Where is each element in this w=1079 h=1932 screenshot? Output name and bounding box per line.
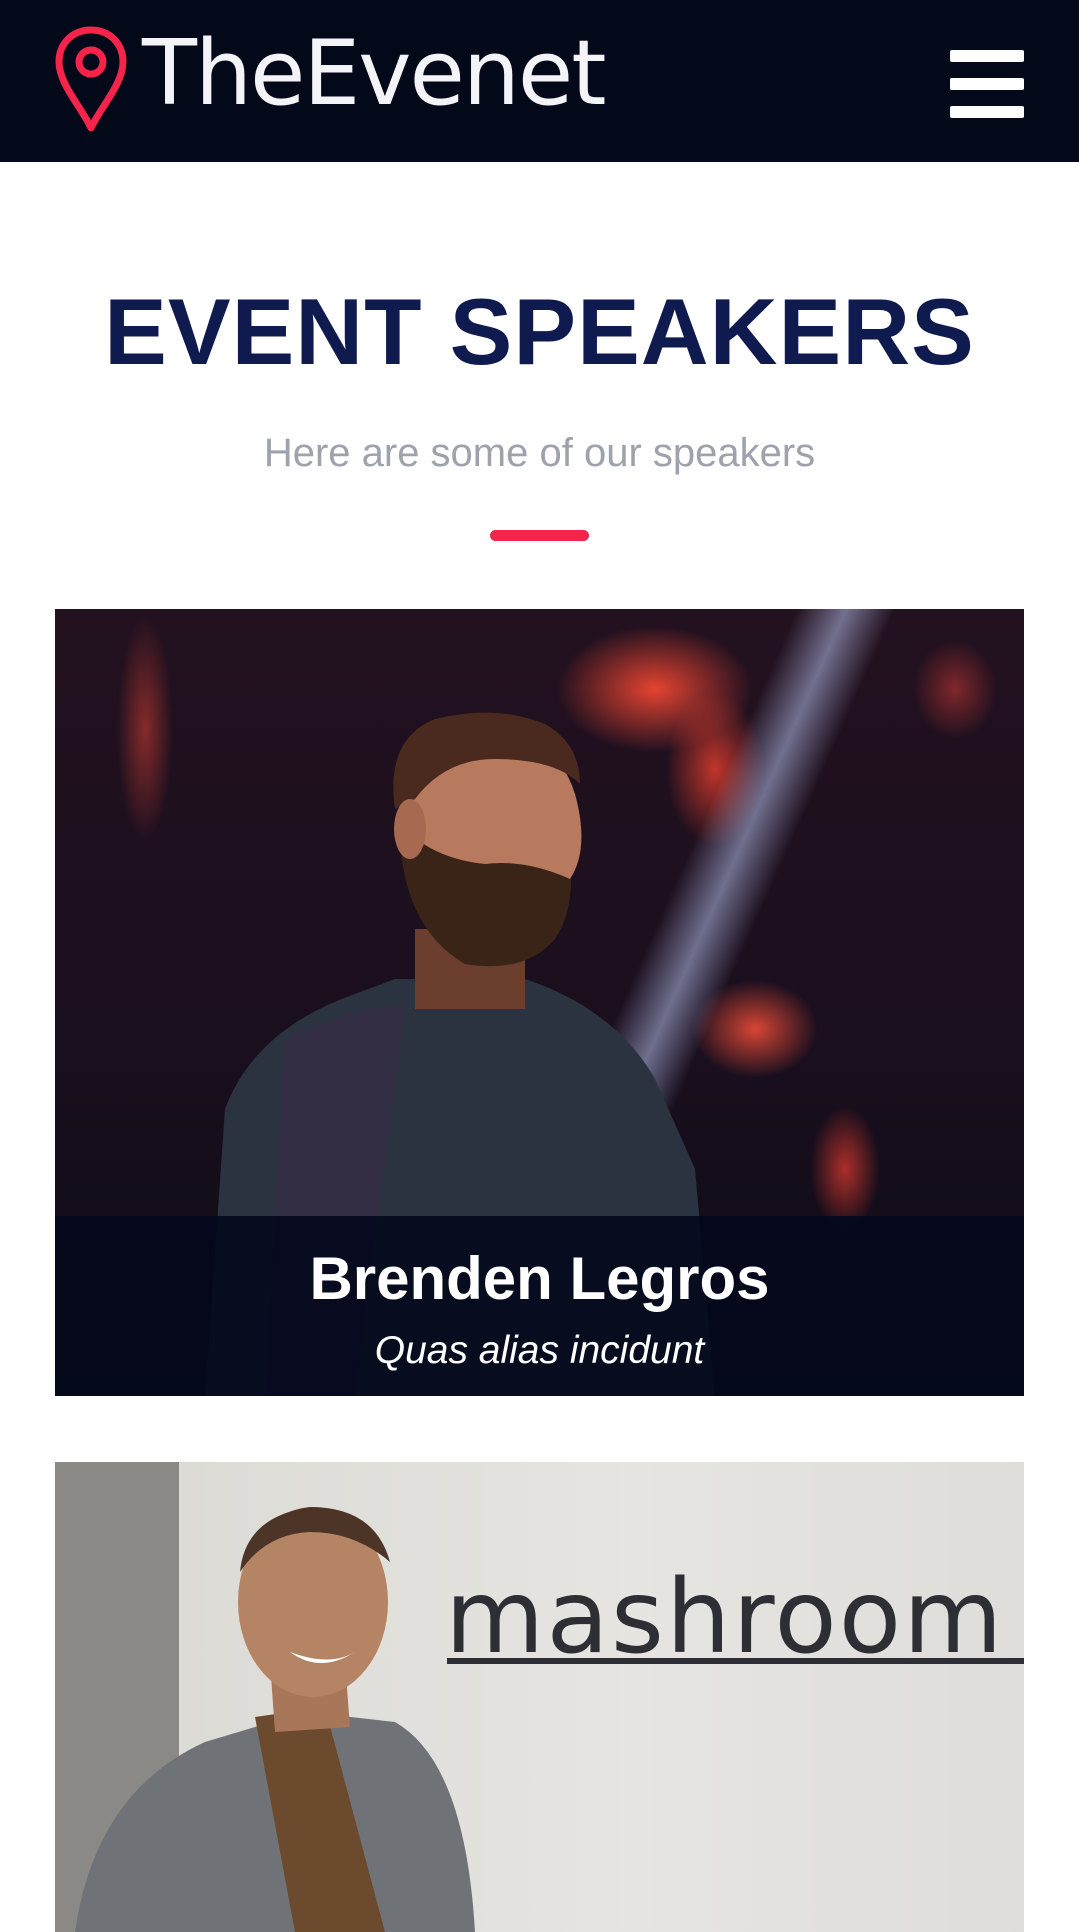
speaker-role: Quas alias incidunt xyxy=(374,1329,705,1372)
section-divider xyxy=(490,530,589,541)
logo-text: TheEvenet xyxy=(142,21,607,126)
logo-link[interactable]: TheEvenet xyxy=(54,21,607,134)
speaker-caption: Brenden Legros Quas alias incidunt xyxy=(55,1216,1024,1396)
map-pin-icon xyxy=(55,26,127,132)
speaker-name[interactable]: Brenden Legros xyxy=(55,1244,1024,1314)
section-subtitle: Here are some of our speakers xyxy=(263,431,816,475)
speaker-card[interactable]: mashroom xyxy=(55,1462,1024,1932)
section-title: EVENT SPEAKERS xyxy=(104,279,975,384)
hamburger-menu-button[interactable] xyxy=(950,50,1026,118)
speaker-photo: mashroom xyxy=(55,1462,1024,1932)
speaker-silhouette xyxy=(75,1507,475,1932)
hamburger-menu-icon xyxy=(950,50,1024,62)
speaker-card[interactable]: Brenden Legros Quas alias incidunt xyxy=(55,609,1024,1396)
site-header: TheEvenet xyxy=(0,0,1079,162)
